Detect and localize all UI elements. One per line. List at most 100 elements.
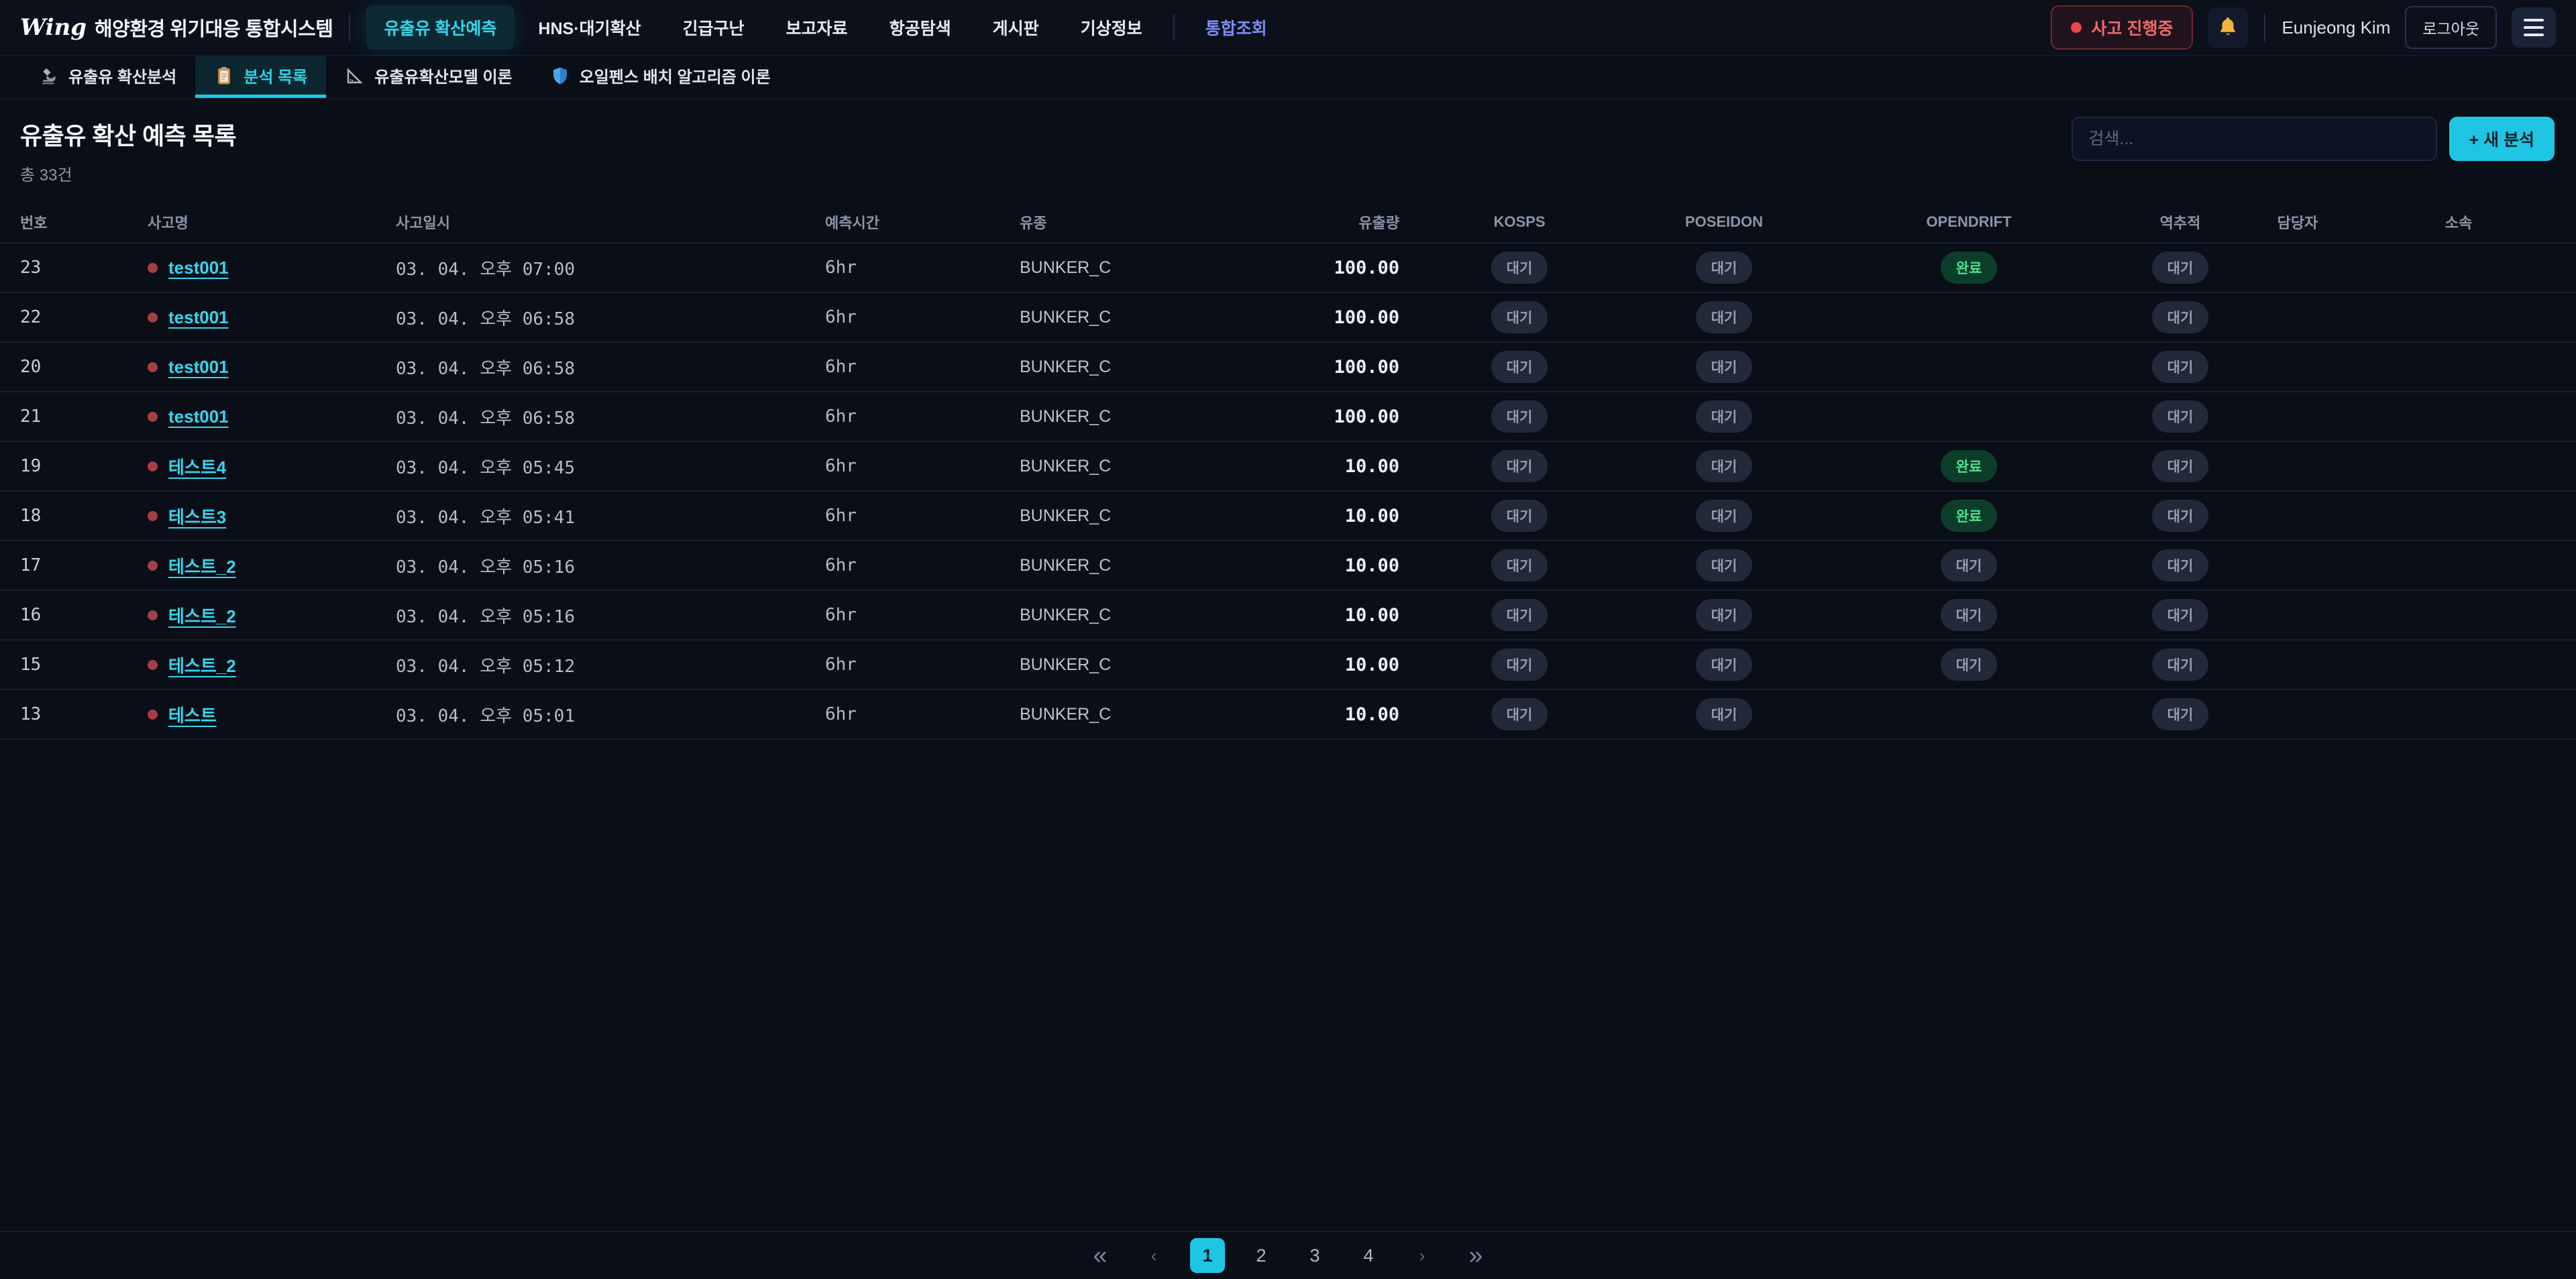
table-header-row: 번호사고명사고일시예측시간유종유출량KOSPSPOSEIDONOPENDRIFT… — [0, 201, 2576, 243]
app-title: 해양환경 위기대응 통합시스템 — [95, 13, 333, 42]
backtrack-status-cell: 대기 — [2106, 491, 2254, 541]
tab-model-theory[interactable]: 유출유확산모델 이론 — [326, 56, 531, 98]
incident-name-link[interactable]: test001 — [168, 307, 229, 328]
incident-name-cell: 테스트_2 — [127, 541, 376, 590]
tab-analysis-list[interactable]: 분석 목록 — [195, 56, 326, 98]
kosps-status-cell: 대기 — [1422, 590, 1617, 640]
incident-name-link[interactable]: test001 — [168, 406, 229, 427]
opendrift-status-badge: 대기 — [1941, 649, 1998, 681]
nav-item-aerial-search[interactable]: 항공탐색 — [872, 5, 969, 50]
incident-name-link[interactable]: 테스트_2 — [168, 653, 236, 677]
incident-name-cell: 테스트4 — [127, 441, 376, 491]
notification-bell-button[interactable] — [2208, 7, 2248, 48]
backtrack-status-cell: 대기 — [2106, 243, 2254, 292]
oil-type: BUNKER_C — [1000, 342, 1308, 392]
poseidon-status-badge: 대기 — [1696, 649, 1753, 681]
backtrack-status-cell: 대기 — [2106, 441, 2254, 491]
pagination-page-1[interactable]: 1 — [1190, 1238, 1225, 1273]
poseidon-status-cell: 대기 — [1617, 441, 1831, 491]
oil-type: BUNKER_C — [1000, 590, 1308, 640]
forecast-duration: 6hr — [805, 491, 1000, 541]
hamburger-icon — [2524, 19, 2544, 21]
backtrack-status-cell: 대기 — [2106, 342, 2254, 392]
kosps-status-cell: 대기 — [1422, 491, 1617, 541]
spill-amount: 10.00 — [1308, 491, 1422, 541]
oil-type: BUNKER_C — [1000, 441, 1308, 491]
poseidon-status-badge: 대기 — [1696, 450, 1753, 482]
opendrift-status-badge: 완료 — [1941, 450, 1998, 482]
nav-item-oil-spill-prediction[interactable]: 유출유 확산예측 — [366, 5, 514, 50]
incident-name-link[interactable]: 테스트3 — [168, 504, 226, 529]
search-input[interactable] — [2072, 117, 2437, 161]
pagination-prev-button[interactable]: ‹ — [1136, 1238, 1171, 1273]
table-body: 23test00103. 04. 오후 07:006hrBUNKER_C100.… — [0, 243, 2576, 739]
backtrack-status-cell: 대기 — [2106, 392, 2254, 441]
incident-name-cell: 테스트 — [127, 689, 376, 739]
table-row: 18테스트303. 04. 오후 05:416hrBUNKER_C10.00대기… — [0, 491, 2576, 541]
nav-item-hns-air-diffusion[interactable]: HNS·대기확산 — [521, 5, 658, 50]
nav-item-reports[interactable]: 보고자료 — [769, 5, 865, 50]
new-analysis-button[interactable]: + 새 분석 — [2449, 117, 2555, 161]
opendrift-status-cell: 완료 — [1831, 243, 2106, 292]
hamburger-menu-button[interactable] — [2512, 7, 2556, 48]
column-header-2: 사고일시 — [376, 201, 805, 243]
poseidon-status-cell: 대기 — [1617, 640, 1831, 689]
incident-name-link[interactable]: 테스트_2 — [168, 603, 236, 628]
kosps-status-cell: 대기 — [1422, 689, 1617, 739]
kosps-status-badge: 대기 — [1491, 301, 1548, 333]
pagination-page-4[interactable]: 4 — [1351, 1238, 1386, 1273]
pagination-next-button[interactable]: › — [1405, 1238, 1440, 1273]
nav-item-board[interactable]: 게시판 — [975, 5, 1057, 50]
nav-item-weather-info[interactable]: 기상정보 — [1063, 5, 1160, 50]
backtrack-status-cell: 대기 — [2106, 590, 2254, 640]
backtrack-status-badge: 대기 — [2152, 698, 2209, 730]
tab-label: 유출유확산모델 이론 — [374, 64, 512, 87]
incident-datetime: 03. 04. 오후 05:16 — [376, 590, 805, 640]
incident-name-link[interactable]: 테스트 — [168, 702, 217, 727]
kosps-status-cell: 대기 — [1422, 292, 1617, 342]
nav-item-emergency-rescue[interactable]: 긴급구난 — [665, 5, 762, 50]
backtrack-status-badge: 대기 — [2152, 599, 2209, 631]
poseidon-status-badge: 대기 — [1696, 599, 1753, 631]
opendrift-status-cell: 완료 — [1831, 491, 2106, 541]
tab-boom-theory[interactable]: 오일펜스 배치 알고리즘 이론 — [531, 56, 790, 98]
incident-name-cell: test001 — [127, 342, 376, 392]
poseidon-status-cell: 대기 — [1617, 689, 1831, 739]
incident-name-cell: 테스트_2 — [127, 640, 376, 689]
kosps-status-cell: 대기 — [1422, 243, 1617, 292]
organization-cell — [2341, 243, 2576, 292]
prediction-table-wrap: 번호사고명사고일시예측시간유종유출량KOSPSPOSEIDONOPENDRIFT… — [0, 201, 2576, 1231]
tab-label: 오일펜스 배치 알고리즘 이론 — [580, 64, 771, 87]
manager-cell — [2254, 491, 2341, 541]
backtrack-status-badge: 대기 — [2152, 649, 2209, 681]
pagination-page-2[interactable]: 2 — [1244, 1238, 1279, 1273]
oil-type: BUNKER_C — [1000, 292, 1308, 342]
pagination-page-3[interactable]: 3 — [1297, 1238, 1332, 1273]
tab-spread-analysis[interactable]: 유출유 확산분석 — [20, 56, 195, 98]
spill-amount: 100.00 — [1308, 342, 1422, 392]
total-count: 총 33건 — [20, 162, 236, 185]
incident-name-link[interactable]: 테스트4 — [168, 454, 226, 479]
manager-cell — [2254, 590, 2341, 640]
row-number: 21 — [0, 392, 127, 441]
forecast-duration: 6hr — [805, 640, 1000, 689]
logout-button[interactable]: 로그아웃 — [2405, 6, 2497, 49]
spill-amount: 10.00 — [1308, 441, 1422, 491]
incident-name-link[interactable]: 테스트_2 — [168, 553, 236, 578]
pagination-first-button[interactable]: « — [1083, 1238, 1118, 1273]
spill-amount: 100.00 — [1308, 243, 1422, 292]
incident-name-link[interactable]: test001 — [168, 357, 229, 378]
sub-tabbar: 유출유 확산분석분석 목록 유출유확산모델 이론 오일펜스 배치 알고리즘 이론 — [0, 56, 2576, 99]
backtrack-status-badge: 대기 — [2152, 450, 2209, 482]
prediction-table: 번호사고명사고일시예측시간유종유출량KOSPSPOSEIDONOPENDRIFT… — [0, 201, 2576, 740]
column-header-6: KOSPS — [1422, 201, 1617, 243]
incident-in-progress-badge[interactable]: 사고 진행중 — [2051, 5, 2194, 50]
kosps-status-badge: 대기 — [1491, 599, 1548, 631]
pagination-last-button[interactable]: » — [1458, 1238, 1493, 1273]
incident-name-link[interactable]: test001 — [168, 258, 229, 278]
nav-item-integrated-search[interactable]: 통합조회 — [1188, 5, 1285, 50]
opendrift-status-cell: 완료 — [1831, 441, 2106, 491]
organization-cell — [2341, 292, 2576, 342]
manager-cell — [2254, 292, 2341, 342]
row-number: 23 — [0, 243, 127, 292]
